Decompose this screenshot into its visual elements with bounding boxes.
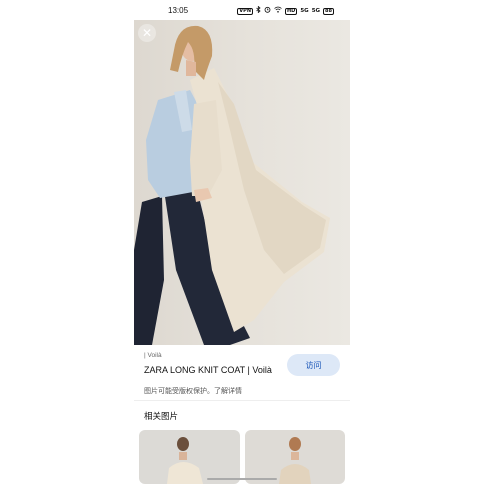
close-icon: ✕ [141,26,153,40]
home-indicator[interactable] [207,478,277,480]
related-images-heading: 相关图片 [144,412,179,422]
battery-icon: 88 [323,7,334,15]
signal-icon-2: 5G [311,7,321,14]
source-label: | Voilà [144,352,162,359]
related-image-thumbnail[interactable] [139,430,240,484]
related-image-thumbnail[interactable] [245,430,345,484]
wifi-icon [274,6,282,16]
related-image-1 [167,437,203,484]
signal-icon-1: 5G [300,7,309,14]
bluetooth-icon [256,5,261,16]
image-info-panel: | Voilà ZARA LONG KNIT COAT | Voilà 图片可能… [134,345,350,400]
divider [134,400,350,401]
alarm-icon [264,6,271,16]
status-icons: VPN HD 5G 5G 88 [237,5,334,16]
visit-button[interactable]: 访问 [287,354,340,376]
status-bar: 13:05 VPN HD 5G 5G 88 [134,0,350,20]
model-illustration [134,25,330,345]
product-photo[interactable]: ✕ [134,20,350,345]
related-image-2 [279,437,311,484]
hd-icon: HD [285,7,298,15]
vpn-icon: VPN [237,7,253,15]
close-button[interactable]: ✕ [138,24,156,42]
phone-screen: 13:05 VPN HD 5G 5G 88 ✕ | Voilà ZARA LON… [134,0,350,484]
status-time: 13:05 [168,6,189,15]
copyright-notice[interactable]: 图片可能受版权保护。了解详情 [144,386,242,396]
image-title[interactable]: ZARA LONG KNIT COAT | Voilà [144,365,272,375]
